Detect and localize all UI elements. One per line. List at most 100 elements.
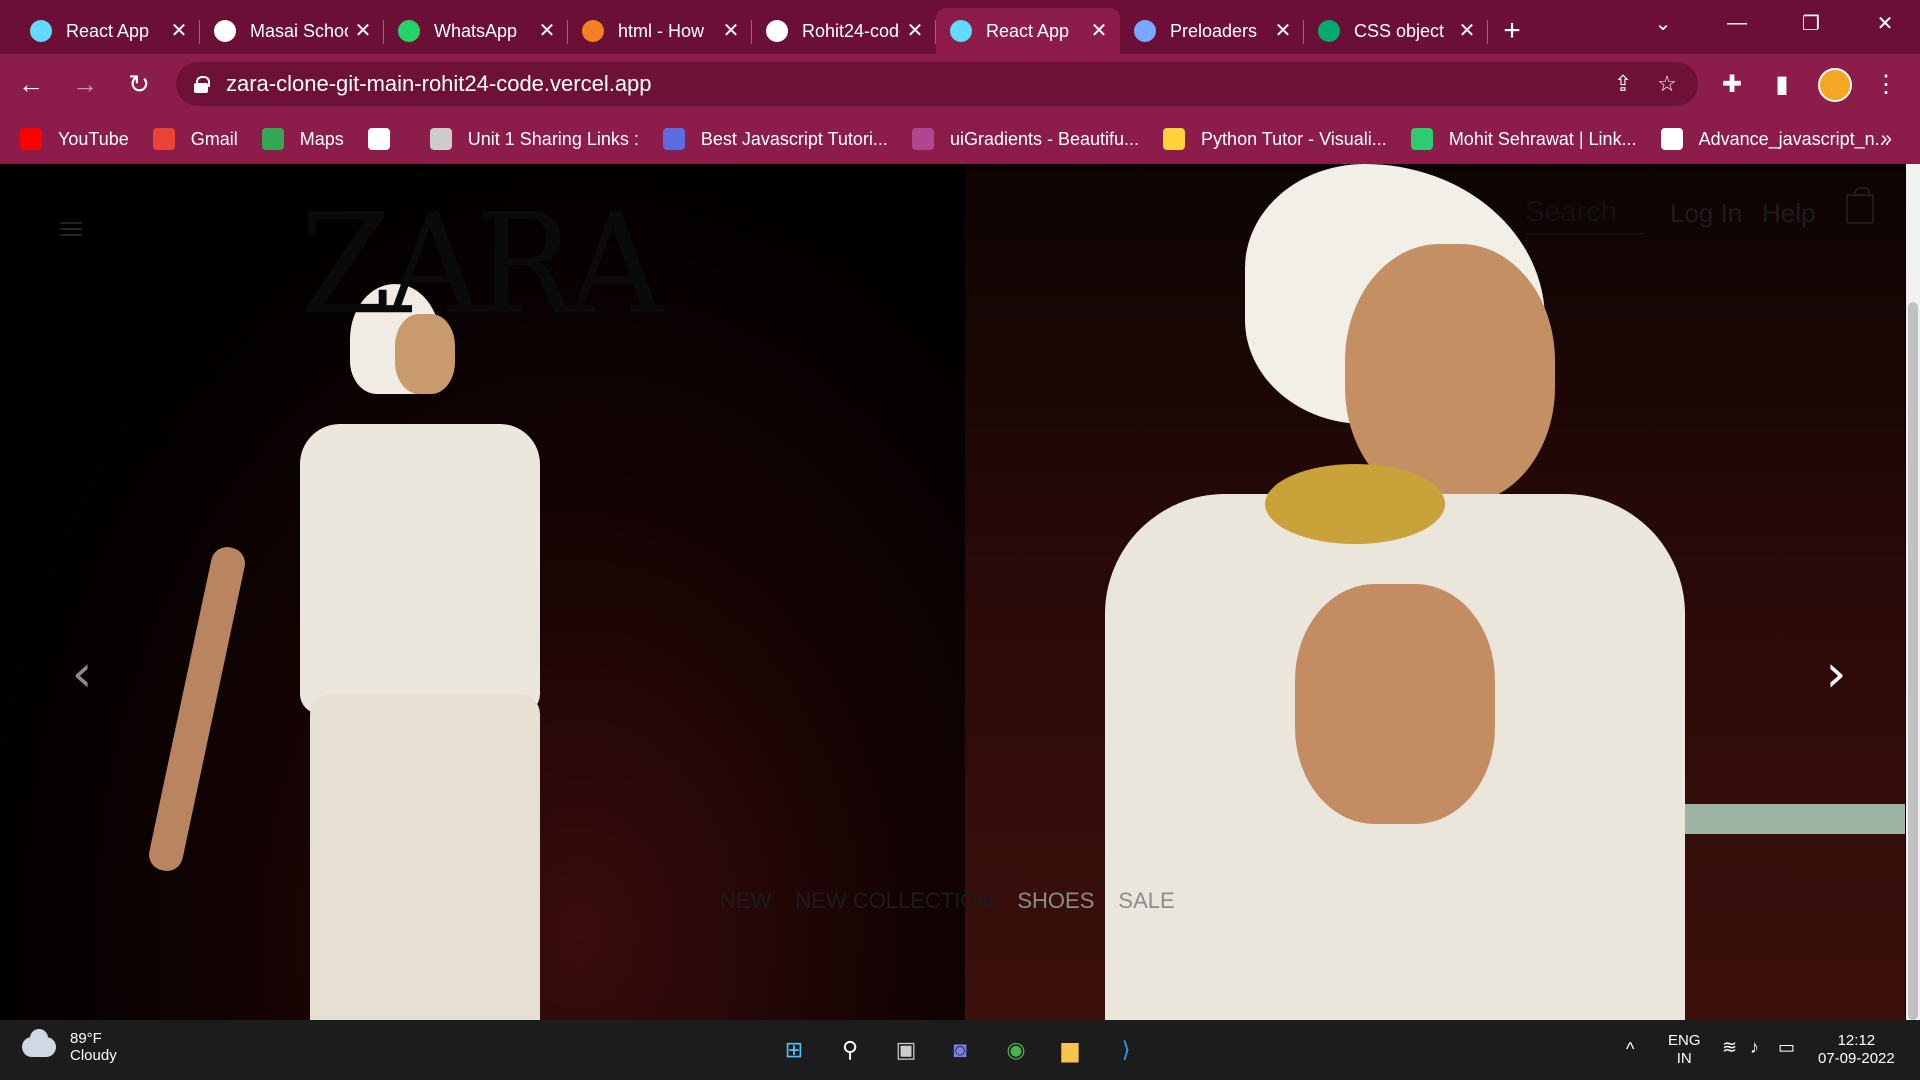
tab-title: React App bbox=[66, 20, 150, 41]
bookmark-item[interactable]: Maps bbox=[261, 128, 344, 150]
side-panel-icon[interactable]: ▮ bbox=[1764, 66, 1800, 102]
task-view-icon[interactable]: ▣ bbox=[888, 1032, 924, 1068]
cloud-icon bbox=[22, 1029, 56, 1057]
show-hidden-icons-chevron[interactable]: ^ bbox=[1626, 1040, 1634, 1058]
tab-divider bbox=[1487, 20, 1488, 44]
arm-shape bbox=[146, 544, 248, 874]
language-indicator[interactable]: ENG IN bbox=[1668, 1032, 1701, 1068]
help-link[interactable]: Help bbox=[1762, 198, 1815, 229]
tab-search-icon[interactable]: ⌄ bbox=[1626, 0, 1700, 46]
category-sale[interactable]: SALE bbox=[1118, 888, 1174, 914]
clock-time: 12:12 bbox=[1837, 1032, 1876, 1049]
bookmark-item[interactable]: Advance_javascript_n... bbox=[1660, 128, 1890, 150]
globe-icon bbox=[367, 128, 390, 150]
profile-avatar[interactable] bbox=[1818, 68, 1852, 102]
teams-chat-icon[interactable]: ◙ bbox=[942, 1032, 978, 1068]
bookmark-item[interactable]: Best Javascript Tutori... bbox=[662, 128, 888, 150]
temperature: 89°F bbox=[70, 1030, 102, 1047]
browser-tab[interactable]: Preloaders ✕ bbox=[1120, 8, 1304, 54]
reload-button[interactable]: ↻ bbox=[116, 61, 162, 107]
gradient-icon bbox=[911, 128, 934, 150]
clock[interactable]: 12:12 07-09-2022 bbox=[1818, 1032, 1895, 1068]
bookmark-item[interactable]: uiGradients - Beautifu... bbox=[911, 128, 1140, 150]
carousel-next-button[interactable]: › bbox=[1816, 644, 1856, 704]
bookmark-item[interactable]: YouTube bbox=[20, 128, 129, 150]
lock-icon[interactable] bbox=[194, 76, 210, 93]
browser-tab[interactable]: CSS object ✕ bbox=[1304, 8, 1488, 54]
close-tab-icon[interactable]: ✕ bbox=[1456, 20, 1478, 42]
bookmark-item[interactable]: Mohit Sehrawat | Link... bbox=[1410, 128, 1637, 150]
back-button[interactable]: ← bbox=[8, 61, 54, 107]
close-tab-icon[interactable]: ✕ bbox=[1272, 20, 1294, 42]
tab-title: WhatsApp bbox=[434, 20, 518, 41]
volume-icon[interactable]: ♪ bbox=[1750, 1038, 1759, 1056]
bookmark-label: uiGradients - Beautifu... bbox=[949, 128, 1140, 149]
close-tab-icon[interactable]: ✕ bbox=[1088, 20, 1110, 42]
bookmark-label: Maps bbox=[299, 128, 344, 149]
carousel-prev-button[interactable]: ‹ bbox=[62, 644, 102, 704]
minimize-button[interactable]: — bbox=[1700, 0, 1774, 46]
browser-tab[interactable]: React App ✕ bbox=[16, 8, 200, 54]
bookmark-label: YouTube bbox=[58, 128, 129, 149]
react-icon bbox=[950, 20, 972, 42]
tree-icon bbox=[1410, 128, 1433, 150]
browser-tab[interactable]: WhatsApp ✕ bbox=[384, 8, 568, 54]
close-tab-icon[interactable]: ✕ bbox=[904, 20, 926, 42]
whatsapp-icon bbox=[398, 20, 420, 42]
shopping-bag-icon[interactable] bbox=[1846, 187, 1874, 224]
file-explorer-icon[interactable]: ▆ bbox=[1052, 1032, 1088, 1068]
close-tab-icon[interactable]: ✕ bbox=[720, 20, 742, 42]
url-text[interactable]: zara-clone-git-main-rohit24-code.vercel.… bbox=[226, 71, 652, 97]
bookmark-item[interactable]: Gmail bbox=[152, 128, 238, 150]
bookmark-label: Python Tutor - Visuali... bbox=[1201, 128, 1387, 149]
browser-tab[interactable]: Rohit24-code ✕ bbox=[752, 8, 936, 54]
close-tab-icon[interactable]: ✕ bbox=[352, 20, 374, 42]
browser-tab[interactable]: html - How ✕ bbox=[568, 8, 752, 54]
bookmarks-overflow-button[interactable]: » bbox=[1881, 128, 1892, 151]
extensions-icon[interactable]: ✚ bbox=[1714, 66, 1750, 102]
address-bar[interactable]: zara-clone-git-main-rohit24-code.vercel.… bbox=[176, 62, 1698, 106]
python-icon bbox=[1163, 128, 1186, 150]
browser-tab[interactable]: Masai School ✕ bbox=[200, 8, 384, 54]
share-icon[interactable]: ⇪ bbox=[1608, 69, 1638, 99]
page-viewport: ZARA Search Log In Help ‹ › NEW NEW COLL… bbox=[0, 164, 1920, 1020]
zara-logo[interactable]: ZARA bbox=[300, 184, 664, 346]
bookmark-item[interactable]: Unit 1 Sharing Links : bbox=[429, 128, 639, 150]
bookmark-star-icon[interactable]: ☆ bbox=[1652, 69, 1682, 99]
close-window-button[interactable]: ✕ bbox=[1848, 0, 1920, 46]
menu-kebab-icon[interactable]: ⋮ bbox=[1868, 66, 1904, 102]
restore-button[interactable]: ❐ bbox=[1774, 0, 1848, 46]
hamburger-menu-icon[interactable] bbox=[60, 222, 82, 236]
wifi-icon[interactable]: ≋ bbox=[1722, 1038, 1737, 1056]
tab-strip: React App ✕ Masai School ✕ WhatsApp ✕ html - H… bbox=[0, 0, 1920, 54]
bookmarks-bar: YouTube Gmail Maps Unit 1 Sharing Links : Be… bbox=[0, 114, 1920, 164]
category-new[interactable]: NEW bbox=[720, 888, 771, 914]
bookmark-item[interactable]: Python Tutor - Visuali... bbox=[1163, 128, 1387, 150]
start-windows-icon[interactable]: ⊞ bbox=[776, 1032, 812, 1068]
login-link[interactable]: Log In bbox=[1670, 198, 1742, 229]
scrollbar-thumb[interactable] bbox=[1908, 302, 1918, 1020]
forward-button[interactable]: → bbox=[62, 61, 108, 107]
search-icon[interactable]: ⚲ bbox=[832, 1032, 868, 1068]
new-tab-button[interactable]: + bbox=[1488, 8, 1536, 54]
close-tab-icon[interactable]: ✕ bbox=[168, 20, 190, 42]
youtube-icon bbox=[20, 128, 42, 150]
bookmark-label: Best Javascript Tutori... bbox=[700, 128, 888, 149]
bookmark-label: Advance_javascript_n... bbox=[1698, 128, 1890, 149]
maps-icon bbox=[261, 128, 284, 150]
bookmark-list: YouTube Gmail Maps Unit 1 Sharing Links : Be… bbox=[20, 128, 1914, 150]
gmail-icon bbox=[152, 128, 175, 150]
weather-widget[interactable]: 89°F Cloudy bbox=[22, 1029, 117, 1064]
category-shoes[interactable]: SHOES bbox=[1017, 888, 1094, 914]
search-link[interactable]: Search bbox=[1525, 196, 1645, 235]
battery-icon[interactable]: ▭ bbox=[1778, 1038, 1795, 1056]
hand-shape bbox=[1295, 584, 1495, 824]
bookmark-item[interactable] bbox=[367, 128, 406, 150]
chrome-icon[interactable]: ◉ bbox=[998, 1032, 1034, 1068]
tab-title: React App bbox=[986, 20, 1070, 41]
vscode-icon[interactable]: ⟩ bbox=[1108, 1032, 1144, 1068]
browser-tab[interactable]: React App ✕ bbox=[936, 8, 1120, 54]
close-tab-icon[interactable]: ✕ bbox=[536, 20, 558, 42]
globe-icon bbox=[214, 20, 236, 42]
category-new-collection[interactable]: NEW COLLECTION bbox=[795, 888, 993, 914]
